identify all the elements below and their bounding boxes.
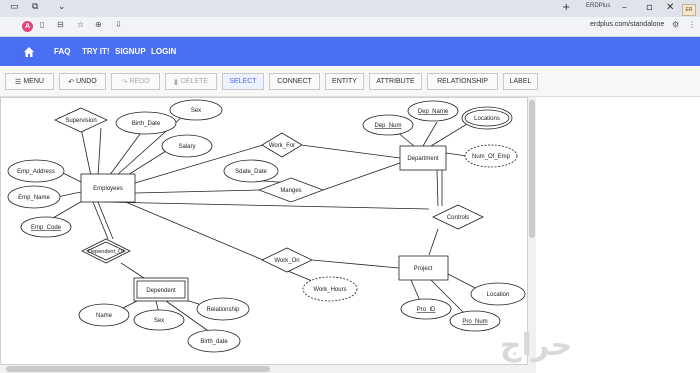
nav-faq[interactable]: FAQ: [54, 47, 70, 56]
label-department: Department: [407, 156, 439, 162]
nav-try-it[interactable]: TRY IT!: [82, 47, 110, 56]
menu-icon: ☰: [15, 78, 22, 86]
watermark-logo: حراج: [500, 328, 573, 363]
nav-signup[interactable]: SIGNUP: [115, 47, 146, 56]
label-employees: Employees: [93, 186, 123, 192]
label-controls: Controls: [447, 215, 469, 221]
label-manges: Manges: [280, 188, 301, 194]
label-name: Name: [96, 313, 113, 319]
settings-gear-icon[interactable]: ⚙: [672, 20, 679, 29]
label-location: Location: [487, 292, 510, 298]
er-diagram[interactable]: Supervision Work_For Manges Controls Wor…: [1, 98, 529, 366]
redo-button[interactable]: ↷ REDO: [111, 73, 160, 90]
minimize-icon[interactable]: –: [622, 2, 627, 13]
label-relationship: Relationship: [206, 307, 240, 313]
undo-icon: ↶: [68, 78, 75, 86]
entity-button[interactable]: ENTITY: [325, 73, 364, 90]
label-birth-date-emp: Birth_Date: [132, 121, 161, 127]
label-emp-address: Emp_Address: [17, 169, 55, 175]
label-pro-num: Pro_Num: [462, 319, 487, 325]
menu-label: MENU: [23, 78, 44, 85]
undo-label: UNDO: [76, 78, 97, 85]
star-icon[interactable]: ☆: [77, 20, 84, 29]
label-birth-date-dep: Birth_date: [200, 339, 228, 345]
vertical-scroll-thumb[interactable]: [529, 100, 535, 238]
nav-login[interactable]: LOGIN: [151, 47, 176, 56]
menu-button[interactable]: ☰ MENU: [5, 73, 54, 90]
redo-label: REDO: [129, 78, 150, 85]
diagram-canvas[interactable]: Supervision Work_For Manges Controls Wor…: [0, 97, 528, 365]
label-project: Project: [414, 266, 433, 272]
delete-button[interactable]: ▮ DELETE: [165, 73, 217, 90]
label-dependent-of: Dependent_Of: [88, 249, 124, 255]
label-sex-dep: Sex: [154, 318, 164, 324]
label-dependent: Dependent: [146, 288, 176, 294]
restore-icon[interactable]: ▫: [646, 2, 653, 13]
more-options-icon[interactable]: ⋮: [688, 20, 696, 29]
label-locations: Locations: [474, 116, 500, 122]
label-sdate-date: Sdate_Date: [235, 169, 267, 175]
connect-button[interactable]: CONNECT: [269, 73, 320, 90]
horizontal-scroll-thumb[interactable]: [6, 366, 270, 372]
relationship-button[interactable]: RELATIONSHIP: [427, 73, 498, 90]
select-button[interactable]: SELECT: [222, 73, 264, 90]
avatar[interactable]: A: [22, 21, 33, 32]
window-menu-icon[interactable]: ▭: [10, 2, 19, 12]
tab-actions-icon[interactable]: ⧉: [32, 2, 38, 12]
label-pro-id: Pro_ID: [417, 307, 436, 313]
attribute-button[interactable]: ATTRIBUTE: [369, 73, 422, 90]
label-supervision: Supervision: [65, 118, 96, 124]
label-sex-emp: Sex: [191, 108, 201, 114]
download-icon[interactable]: ⇩: [115, 20, 122, 29]
label-dep-num: Dep_Num: [374, 123, 401, 129]
tab-title[interactable]: ERDPlus: [586, 3, 610, 9]
label-emp-code: Emp_Code: [31, 225, 62, 231]
label-work-on: Work_On: [274, 258, 299, 264]
new-tab-icon[interactable]: +: [562, 2, 570, 13]
label-num-of-emp: Num_Of_Emp: [472, 154, 511, 160]
trash-icon: ▮: [173, 78, 178, 86]
label-work-for: Work_For: [269, 143, 295, 149]
home-icon[interactable]: [23, 46, 35, 58]
label-salary: Salary: [178, 144, 195, 150]
sidebar-icon[interactable]: ▯: [40, 20, 44, 29]
close-window-icon[interactable]: ✕: [666, 2, 674, 13]
label-emp-name: Emp_Name: [18, 195, 50, 201]
label-button[interactable]: LABEL: [503, 73, 538, 90]
profile-chip[interactable]: ER: [682, 4, 696, 16]
label-work-hours: Work_Hours: [313, 287, 346, 293]
tabs-icon[interactable]: ⊟: [57, 20, 64, 29]
label-dep-name: Dep_Name: [418, 109, 449, 115]
undo-button[interactable]: ↶ UNDO: [59, 73, 106, 90]
url-text[interactable]: erdplus.com/standalone: [590, 21, 664, 28]
collections-icon[interactable]: ⊕: [95, 20, 102, 29]
delete-label: DELETE: [180, 78, 209, 85]
redo-icon: ↷: [121, 78, 128, 86]
back-history-icon[interactable]: ⌄: [58, 2, 66, 12]
